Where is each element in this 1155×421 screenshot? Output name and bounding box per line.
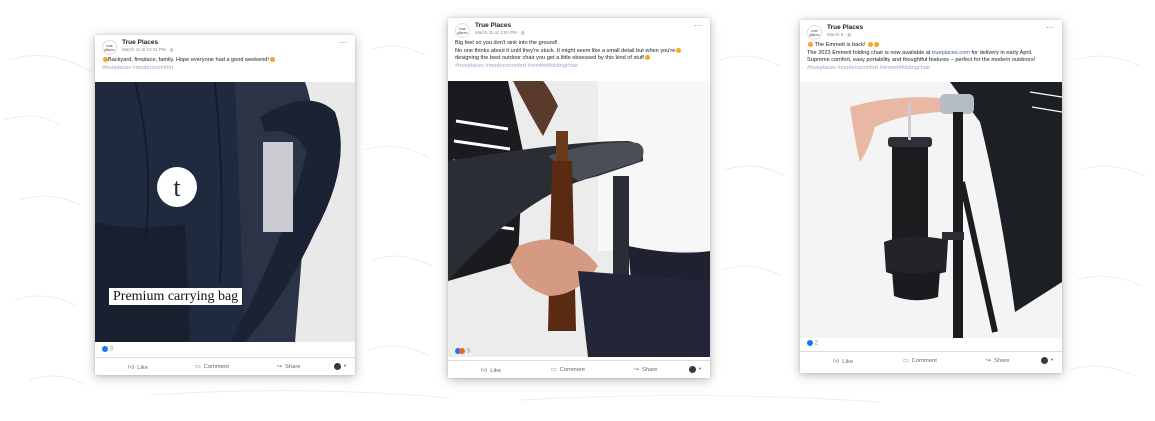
party-emoji-icon — [868, 42, 873, 48]
facebook-post-3: true places True Places March 8 · ◍ ··· … — [800, 20, 1062, 373]
post-hashtags[interactable]: #trueplaces #moderncomfort — [102, 65, 348, 73]
like-button[interactable]: 👍︎ Like — [481, 366, 501, 374]
page-avatar[interactable]: true places — [807, 25, 822, 40]
post-text: Big feet so you don't sink into the grou… — [448, 40, 710, 70]
page-name[interactable]: True Places — [827, 24, 863, 31]
share-icon: ↪ — [986, 358, 992, 364]
user-avatar[interactable] — [1041, 357, 1048, 364]
comment-button[interactable]: ▭ Comment — [195, 363, 229, 370]
page-avatar[interactable]: true places — [455, 23, 470, 38]
comment-icon: ▭ — [551, 367, 557, 373]
emoji-icon — [676, 47, 682, 53]
share-icon: ↪ — [634, 367, 640, 373]
svg-text:t: t — [173, 173, 181, 202]
party-emoji-icon — [808, 42, 813, 48]
post-actions-bar: 👍︎ Like ▭ Comment ↪ Share ▼ — [95, 357, 355, 375]
post-image[interactable]: t Premium carrying bag — [95, 82, 355, 342]
like-button[interactable]: 👍︎ Like — [833, 357, 853, 365]
website-link[interactable]: trueplaces.com — [932, 50, 970, 56]
post-header: true places True Places March 8 · ◍ ··· — [800, 20, 1062, 42]
page-avatar[interactable]: true places — [102, 40, 117, 55]
post-hashtags[interactable]: #trueplaces #moderncomfort #emmettfoldin… — [807, 65, 1055, 73]
globe-icon: ◍ — [520, 30, 525, 35]
reactions-summary[interactable]: 2 — [807, 340, 818, 347]
chevron-down-icon[interactable]: ▼ — [1050, 357, 1054, 362]
post-date[interactable]: March 8 · ◍ — [827, 32, 851, 38]
share-button[interactable]: ↪ Share — [277, 363, 301, 370]
chair-cupholder-photo — [800, 82, 1062, 338]
post-date[interactable]: March 11 at 12:11 PM · ◍ — [122, 47, 174, 53]
post-header: true places True Places March 15 at 3:00… — [448, 18, 710, 40]
chevron-down-icon[interactable]: ▼ — [343, 363, 347, 368]
page-name[interactable]: True Places — [475, 22, 511, 29]
comment-button[interactable]: ▭ Comment — [903, 357, 937, 364]
love-reaction-icon — [459, 348, 465, 354]
comment-icon: ▭ — [903, 358, 909, 364]
page-name[interactable]: True Places — [122, 39, 158, 46]
post-hashtags[interactable]: #trueplaces #moderncomfort #emmettfoldin… — [455, 63, 703, 71]
post-image[interactable] — [800, 82, 1062, 338]
reactions-summary[interactable]: 3 — [455, 348, 470, 355]
more-options-icon[interactable]: ··· — [339, 38, 347, 47]
post-date[interactable]: March 15 at 3:00 PM · ◍ — [475, 30, 525, 36]
share-button[interactable]: ↪ Share — [634, 366, 658, 373]
user-avatar[interactable] — [334, 363, 341, 370]
share-button[interactable]: ↪ Share — [986, 357, 1010, 364]
thumbs-up-icon: 👍︎ — [128, 365, 135, 371]
user-avatar[interactable] — [689, 366, 696, 373]
like-button[interactable]: 👍︎ Like — [128, 363, 148, 371]
like-reaction-icon — [807, 340, 813, 346]
like-reaction-icon — [102, 346, 108, 352]
reactions-summary[interactable]: 3 — [102, 346, 113, 353]
media-caption: Premium carrying bag — [109, 288, 243, 305]
smile-emoji-icon — [269, 57, 275, 63]
thumbs-up-icon: 👍︎ — [833, 359, 840, 365]
post-header: true places True Places March 11 at 12:1… — [95, 35, 355, 57]
post-actions-bar: 👍︎ Like ▭ Comment ↪ Share ▼ — [448, 360, 710, 378]
emoji-icon — [644, 55, 650, 61]
comment-icon: ▭ — [195, 364, 201, 370]
more-options-icon[interactable]: ··· — [694, 21, 702, 30]
chevron-down-icon[interactable]: ▼ — [698, 366, 702, 371]
party-emoji-icon — [874, 42, 879, 48]
thumbs-up-icon: 👍︎ — [481, 368, 488, 374]
post-text: Backyard, fireplace, family. Hope everyo… — [95, 57, 355, 72]
share-icon: ↪ — [277, 364, 283, 370]
post-actions-bar: 👍︎ Like ▭ Comment ↪ Share ▼ — [800, 351, 1062, 369]
comment-button[interactable]: ▭ Comment — [551, 366, 585, 373]
post-text: The Emmett is back! The 2023 Emmett fold… — [800, 42, 1062, 72]
globe-icon: ◍ — [847, 32, 852, 37]
more-options-icon[interactable]: ··· — [1046, 23, 1054, 32]
globe-icon: ◍ — [169, 47, 174, 52]
facebook-post-1: true places True Places March 11 at 12:1… — [95, 35, 355, 375]
chair-armrest-bottle-photo — [448, 81, 710, 357]
post-image[interactable] — [448, 81, 710, 357]
facebook-post-2: true places True Places March 15 at 3:00… — [448, 18, 710, 378]
